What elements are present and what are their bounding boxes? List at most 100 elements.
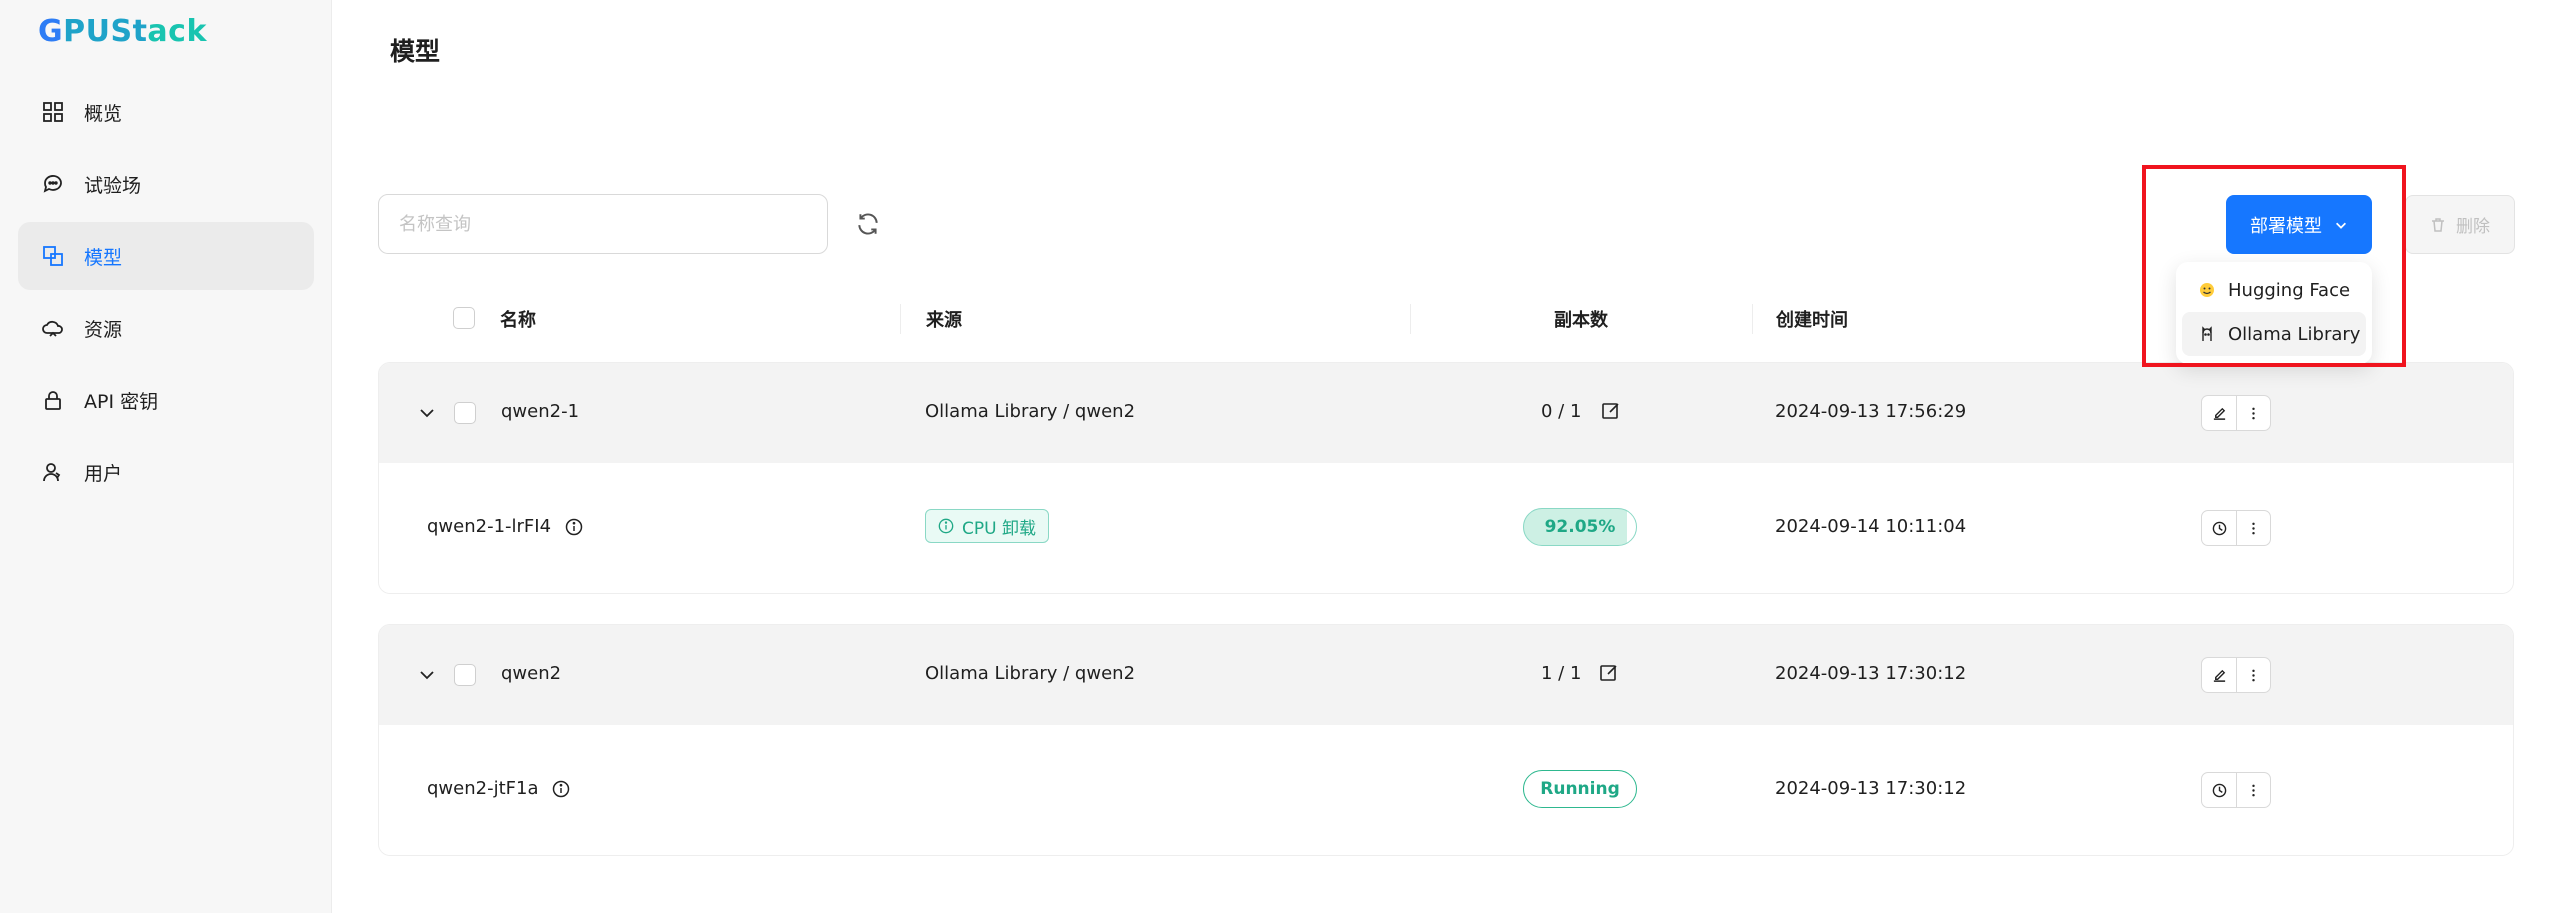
table-row[interactable]: qwen2 Ollama Library / qwen2 1 / 1 2024-… [379,625,2513,725]
sidebar-item-api-keys[interactable]: API 密钥 [18,366,314,434]
trash-icon [2432,217,2444,232]
edit-replicas-button[interactable] [1601,401,1621,426]
logs-button[interactable] [2202,773,2236,807]
column-header-created[interactable]: 创建时间 [1776,306,1848,332]
hugging-face-icon [2200,283,2214,297]
progress-text: 92.05% [1544,517,1616,537]
gpustack-logo[interactable]: GPUStack [38,14,207,49]
column-header-source[interactable]: 来源 [926,306,962,332]
select-all-checkbox[interactable] [453,307,475,329]
info-icon [938,518,954,534]
models-icon [42,245,64,267]
delete-label: 删除 [2456,217,2490,237]
column-divider [1752,304,1753,334]
replica-count: 0 / 1 [1541,401,1582,422]
chat-icon [42,173,64,195]
model-source: Ollama Library / qwen2 [925,663,1136,684]
column-divider [1410,304,1411,334]
instance-actions [2201,772,2271,808]
sidebar-item-label: 概览 [84,102,123,125]
edit-icon [2213,407,2225,420]
page-title: 模型 [390,37,441,66]
delete-button[interactable]: 删除 [2405,195,2515,254]
chevron-down-icon [420,671,434,680]
instance-row: qwen2-1-lrFI4 CPU 卸载 92.05% 2024-09-14 1… [379,463,2513,593]
collapse-toggle[interactable] [415,663,439,687]
edit-button[interactable] [2202,396,2236,430]
sidebar: GPUStack 概览 试验场 模型 资源 API 密钥 用户 [0,0,332,913]
chevron-down-icon [420,409,434,418]
cloud-icon [42,317,64,339]
model-group: qwen2 Ollama Library / qwen2 1 / 1 2024-… [378,624,2514,856]
row-checkbox[interactable] [454,402,476,424]
instance-created-time: 2024-09-14 10:11:04 [1775,516,1967,537]
more-button[interactable] [2236,511,2270,545]
more-vertical-icon [2252,407,2255,419]
column-header-name[interactable]: 名称 [500,306,536,332]
logs-button[interactable] [2202,511,2236,545]
edit-icon [2213,669,2225,682]
menu-item-label: Hugging Face [2228,279,2351,301]
row-checkbox[interactable] [454,664,476,686]
users-icon [42,461,64,483]
created-time: 2024-09-13 17:30:12 [1775,663,1967,684]
search-input[interactable] [378,194,828,254]
edit-button[interactable] [2202,658,2236,692]
more-button[interactable] [2236,658,2270,692]
sidebar-item-resources[interactable]: 资源 [18,294,314,362]
more-button[interactable] [2236,773,2270,807]
deploy-model-label: 部署模型 [2250,215,2322,237]
sidebar-item-label: API 密钥 [84,390,159,413]
instance-actions [2201,510,2271,546]
dashboard-icon [42,101,64,123]
instance-name: qwen2-jtF1a [427,778,539,799]
sidebar-nav: 概览 试验场 模型 资源 API 密钥 用户 [18,78,314,510]
status-badge: Running [1523,770,1637,808]
sidebar-item-label: 用户 [84,462,123,485]
instance-name: qwen2-1-lrFI4 [427,516,552,537]
refresh-button[interactable] [853,209,883,239]
edit-icon [1600,665,1617,681]
deploy-source-menu: Hugging Face Ollama Library [2176,262,2372,364]
menu-item-ollama-library[interactable]: Ollama Library [2182,312,2366,356]
instance-name-cell: qwen2-1-lrFI4 [427,516,583,537]
model-source: Ollama Library / qwen2 [925,401,1136,422]
sidebar-item-playground[interactable]: 试验场 [18,150,314,218]
sidebar-item-models[interactable]: 模型 [18,222,314,290]
sidebar-item-users[interactable]: 用户 [18,438,314,506]
table-row[interactable]: qwen2-1 Ollama Library / qwen2 0 / 1 202… [379,363,2513,463]
created-time: 2024-09-13 17:56:29 [1775,401,1967,422]
chevron-down-icon [2336,222,2346,229]
edit-icon [1602,403,1619,419]
cpu-offload-label: CPU 卸载 [962,518,1036,539]
sidebar-item-label: 模型 [84,246,123,269]
ollama-icon [2202,326,2212,341]
sidebar-item-dashboard[interactable]: 概览 [18,78,314,146]
model-name[interactable]: qwen2 [501,663,561,684]
info-icon[interactable] [552,780,570,798]
column-header-replicas[interactable]: 副本数 [1554,306,1608,332]
more-vertical-icon [2252,784,2255,796]
download-progress: 92.05% [1523,508,1637,546]
refresh-icon [858,213,878,235]
menu-item-hugging-face[interactable]: Hugging Face [2182,268,2366,312]
edit-replicas-button[interactable] [1599,663,1619,688]
more-vertical-icon [2252,669,2255,681]
more-button[interactable] [2236,396,2270,430]
instance-name-cell: qwen2-jtF1a [427,778,570,799]
deploy-model-button[interactable]: 部署模型 [2226,195,2372,254]
collapse-toggle[interactable] [415,401,439,425]
column-divider [900,304,901,334]
menu-item-label: Ollama Library [2228,323,2361,345]
cpu-offload-tag: CPU 卸载 [925,509,1049,543]
instance-row: qwen2-jtF1a Running 2024-09-13 17:30:12 [379,725,2513,855]
model-group: qwen2-1 Ollama Library / qwen2 0 / 1 202… [378,362,2514,594]
model-name[interactable]: qwen2-1 [501,401,579,422]
logs-icon [2212,783,2226,797]
info-icon[interactable] [565,518,583,536]
instance-created-time: 2024-09-13 17:30:12 [1775,778,1967,799]
replica-count: 1 / 1 [1541,663,1582,684]
row-actions [2201,657,2271,693]
status-text: Running [1540,779,1620,799]
sidebar-item-label: 资源 [84,318,123,341]
